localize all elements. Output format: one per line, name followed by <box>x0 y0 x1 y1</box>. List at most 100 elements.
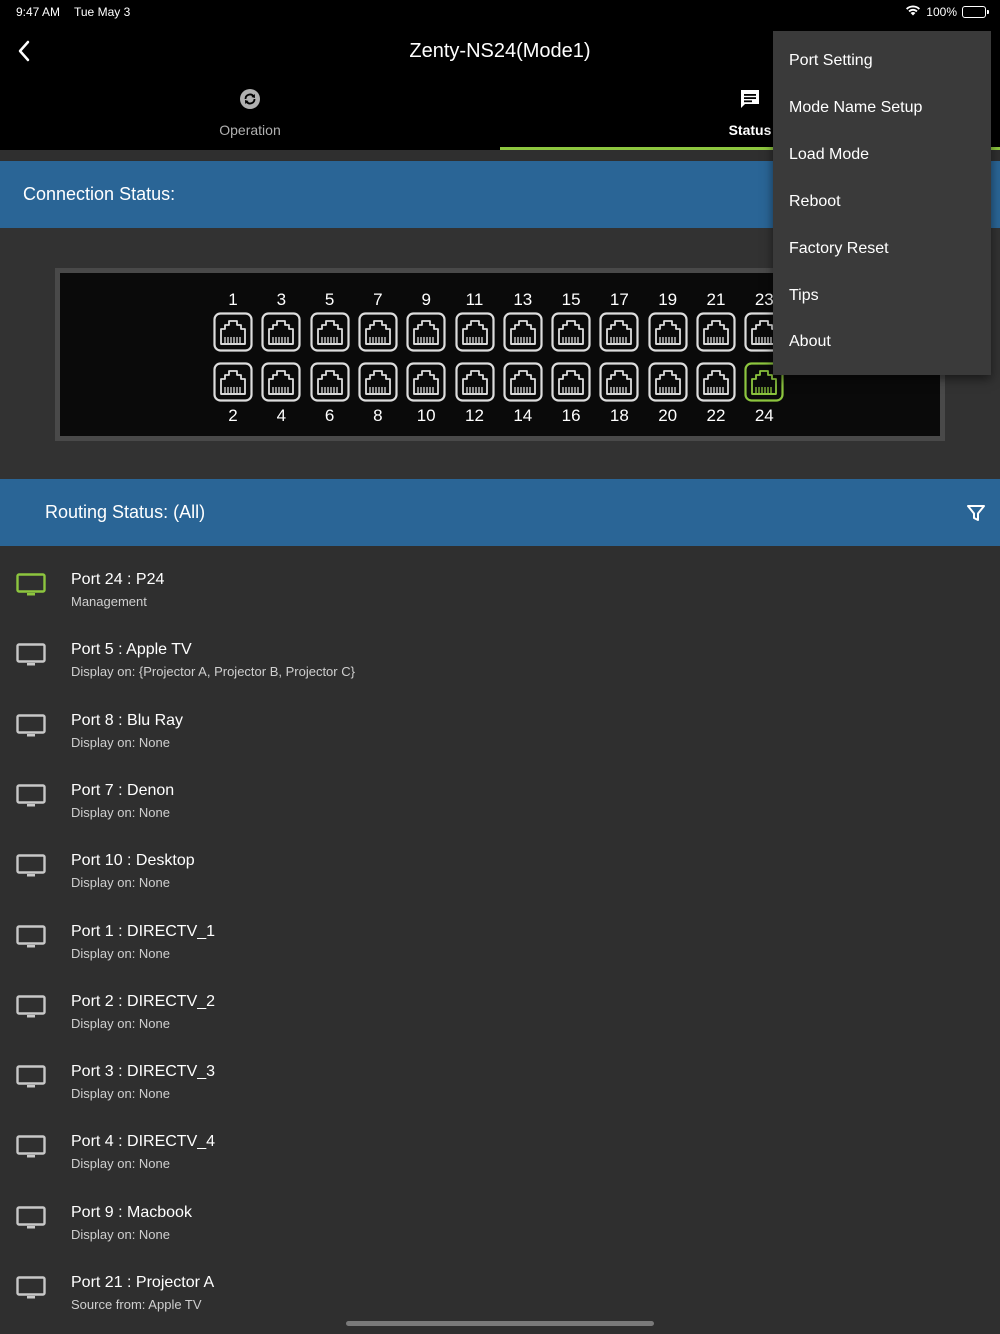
route-item[interactable]: Port 21 : Projector A Source from: Apple … <box>0 1249 1000 1319</box>
ethernet-port-icon[interactable] <box>696 312 736 352</box>
status-bar: 9:47 AM Tue May 3 100% <box>0 0 1000 26</box>
options-menu: Port Setting Mode Name Setup Load Mode Rebo… <box>773 31 991 375</box>
routing-status-header: Routing Status: (All) <box>0 479 1000 546</box>
port-number: 5 <box>324 290 335 309</box>
route-item[interactable]: Port 8 : Blu Ray Display on: None <box>0 687 1000 757</box>
ethernet-port-icon[interactable] <box>406 312 446 352</box>
route-subtitle: Display on: None <box>71 1226 170 1242</box>
tab-operation-label: Operation <box>219 122 281 138</box>
monitor-icon <box>16 713 46 738</box>
route-item[interactable]: Port 3 : DIRECTV_3 Display on: None <box>0 1038 1000 1108</box>
port-number: 12 <box>465 406 484 425</box>
ethernet-port-icon[interactable] <box>358 362 398 402</box>
route-subtitle: Display on: None <box>71 875 170 891</box>
ethernet-port-icon[interactable] <box>309 312 350 352</box>
ethernet-port-icon[interactable] <box>551 362 591 402</box>
filter-icon <box>967 505 985 521</box>
port-number: 21 <box>706 290 726 309</box>
menu-item-factory-reset[interactable]: Factory Reset <box>789 240 889 258</box>
port-number: 11 <box>465 290 484 309</box>
port-number: 4 <box>276 406 287 425</box>
route-title: Port 5 : Apple TV <box>71 641 192 659</box>
route-title: Port 9 : Macbook <box>71 1203 192 1221</box>
port-number: 8 <box>373 406 383 425</box>
route-item[interactable]: Port 9 : Macbook Display on: None <box>0 1179 1000 1249</box>
route-subtitle: Display on: None <box>71 1015 170 1031</box>
route-subtitle: Display on: None <box>71 804 170 820</box>
port-number: 3 <box>276 290 287 309</box>
monitor-icon <box>16 854 46 878</box>
ethernet-port-icon[interactable] <box>213 362 253 402</box>
tab-operation[interactable]: Operation <box>0 86 500 150</box>
ethernet-port-icon[interactable] <box>599 312 639 352</box>
ethernet-port-icon[interactable] <box>213 312 253 352</box>
ethernet-port-icon[interactable] <box>503 362 543 402</box>
ethernet-port-icon[interactable] <box>261 312 301 352</box>
menu-item-mode-name-setup[interactable]: Mode Name Setup <box>789 99 922 117</box>
route-subtitle: Source from: Apple TV <box>71 1297 202 1312</box>
menu-item-about[interactable]: About <box>789 333 831 351</box>
port-number: 22 <box>706 406 726 425</box>
monitor-icon <box>16 1135 46 1159</box>
route-subtitle: Management <box>71 594 147 609</box>
ethernet-port-icon[interactable] <box>454 362 495 402</box>
ethernet-port-icon[interactable] <box>648 312 688 352</box>
route-title: Port 10 : Desktop <box>71 852 195 870</box>
route-item[interactable]: Port 4 : DIRECTV_4 Display on: None <box>0 1108 1000 1178</box>
route-title: Port 2 : DIRECTV_2 <box>71 992 216 1010</box>
home-indicator <box>346 1321 654 1326</box>
ethernet-port-icon[interactable] <box>599 362 639 402</box>
port-number: 14 <box>513 406 533 425</box>
message-icon <box>741 90 759 108</box>
route-title: Port 3 : DIRECTV_3 <box>71 1063 216 1081</box>
ethernet-port-icon[interactable] <box>551 312 591 352</box>
monitor-icon <box>16 995 46 1019</box>
ethernet-port-icon[interactable] <box>309 362 350 402</box>
ethernet-port-icon[interactable] <box>358 312 398 352</box>
port-number: 17 <box>609 290 629 309</box>
route-item[interactable]: Port 24 : P24 Management <box>0 546 1000 616</box>
battery-percent: 100% <box>926 4 957 19</box>
filter-button[interactable] <box>966 503 986 528</box>
monitor-icon <box>16 784 46 808</box>
port-number: 19 <box>658 290 678 309</box>
menu-item-load-mode[interactable]: Load Mode <box>789 146 869 164</box>
route-subtitle: Display on: {Projector A, Projector B, P… <box>71 664 355 680</box>
menu-item-tips[interactable]: Tips <box>789 287 819 305</box>
monitor-icon <box>16 924 46 949</box>
route-title: Port 8 : Blu Ray <box>71 711 184 729</box>
route-subtitle: Display on: None <box>71 1086 170 1102</box>
menu-item-port-setting[interactable]: Port Setting <box>789 52 873 70</box>
route-subtitle: Display on: None <box>71 1156 170 1172</box>
route-item[interactable]: Port 1 : DIRECTV_1 Display on: None <box>0 898 1000 968</box>
battery-icon <box>962 5 989 18</box>
route-subtitle: Display on: None <box>71 945 170 961</box>
ethernet-port-icon[interactable] <box>406 362 446 402</box>
port-number: 15 <box>561 290 581 309</box>
ethernet-port-icon[interactable] <box>648 362 688 402</box>
route-title: Port 24 : P24 <box>71 571 165 588</box>
status-date: Tue May 3 <box>74 5 131 19</box>
route-item[interactable]: Port 10 : Desktop Display on: None <box>0 827 1000 897</box>
ethernet-port-icon[interactable] <box>261 362 301 402</box>
route-item[interactable]: Port 7 : Denon Display on: None <box>0 757 1000 827</box>
route-item[interactable]: Port 5 : Apple TV Display on: {Projector … <box>0 616 1000 686</box>
port-number: 1 <box>228 290 238 309</box>
wifi-icon <box>905 4 921 19</box>
monitor-icon <box>16 1276 46 1300</box>
monitor-icon <box>16 643 46 667</box>
route-title: Port 21 : Projector A <box>71 1274 215 1291</box>
menu-item-reboot[interactable]: Reboot <box>789 193 841 211</box>
status-time: 9:47 AM <box>16 5 61 19</box>
port-number: 2 <box>228 406 238 425</box>
port-number: 7 <box>373 290 383 309</box>
route-item[interactable]: Port 2 : DIRECTV_2 Display on: None <box>0 968 1000 1038</box>
ethernet-port-icon[interactable] <box>696 362 736 402</box>
port-number: 20 <box>658 406 678 425</box>
port-number: 24 <box>754 406 774 425</box>
ethernet-port-icon[interactable] <box>503 312 543 352</box>
port-number: 9 <box>421 290 431 309</box>
connection-status-label: Connection Status: <box>23 184 176 204</box>
route-title: Port 1 : DIRECTV_1 <box>71 922 216 940</box>
ethernet-port-icon[interactable] <box>454 312 495 352</box>
